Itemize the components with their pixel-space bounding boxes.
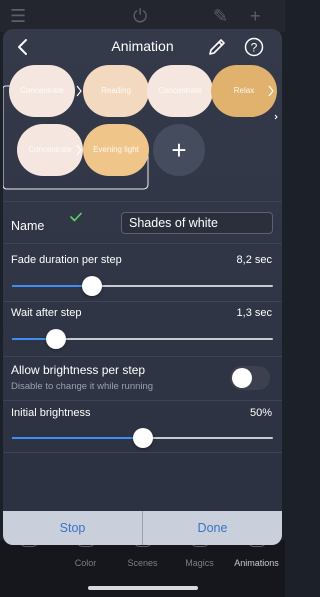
- slider-thumb[interactable]: [45, 329, 66, 349]
- slider-thumb[interactable]: [81, 276, 102, 296]
- toggle-knob: [232, 368, 252, 388]
- power-icon: ⏻: [133, 6, 148, 26]
- chevron-right-icon: [76, 144, 82, 156]
- initial-brightness-slider[interactable]: [12, 426, 273, 450]
- stop-button[interactable]: Stop: [3, 511, 142, 545]
- add-icon-bg: +: [250, 6, 261, 26]
- fade-duration-label: Fade duration per step: [11, 254, 122, 266]
- edit-icon-bg: ✎: [213, 6, 229, 26]
- done-button[interactable]: Done: [143, 511, 282, 545]
- initial-brightness-label: Initial brightness: [11, 407, 91, 419]
- step-6[interactable]: Evening light: [83, 124, 149, 176]
- divider: [3, 452, 282, 453]
- sheet-header: Animation ?: [3, 29, 282, 65]
- tab-scenes[interactable]: Scenes: [114, 540, 171, 574]
- step-5[interactable]: Concentrate: [17, 124, 83, 176]
- allow-brightness-sublabel: Disable to change it while running: [11, 381, 154, 392]
- allow-brightness-toggle[interactable]: [230, 366, 270, 390]
- home-indicator: [88, 586, 198, 590]
- page-title: Animation: [111, 38, 174, 54]
- wait-after-step-slider[interactable]: [12, 327, 273, 351]
- initial-brightness-value: 50%: [249, 407, 272, 419]
- fade-duration-value: 8,2 sec: [236, 254, 272, 266]
- fade-duration-slider[interactable]: [12, 274, 273, 298]
- step-2[interactable]: Reading: [83, 65, 149, 117]
- plus-icon: +: [171, 134, 187, 165]
- menu-icon: ☰: [10, 6, 27, 26]
- help-icon[interactable]: ?: [243, 36, 265, 58]
- divider: [3, 243, 282, 244]
- animation-steps: Concentrate Reading Concentrate Relax Co…: [3, 65, 282, 222]
- svg-text:?: ?: [251, 41, 258, 55]
- background-top-bar: ☰ ⏻ ✎ +: [0, 0, 285, 32]
- divider: [3, 356, 282, 357]
- name-label: Name: [11, 219, 45, 233]
- tab-color[interactable]: Color: [57, 540, 114, 574]
- divider: [3, 301, 282, 302]
- slider-fill: [12, 285, 92, 287]
- tab-home[interactable]: [0, 540, 57, 574]
- step-1[interactable]: Concentrate: [9, 65, 75, 117]
- name-input[interactable]: [121, 212, 273, 234]
- divider: [3, 400, 282, 401]
- animation-sheet: Animation ? Concentrate Reading Concentr…: [3, 29, 282, 545]
- step-3[interactable]: Concentrate: [147, 65, 213, 117]
- pencil-icon[interactable]: [206, 36, 228, 58]
- add-step-button[interactable]: +: [153, 124, 205, 176]
- tab-magics[interactable]: Magics: [171, 540, 228, 574]
- sheet-footer: Stop Done: [3, 511, 282, 545]
- chevron-right-icon: [76, 85, 82, 97]
- wait-after-step-label: Wait after step: [11, 307, 82, 319]
- checkmark-icon: [70, 212, 82, 222]
- allow-brightness-label: Allow brightness per step: [11, 363, 146, 377]
- wait-after-step-value: 1,3 sec: [236, 307, 272, 319]
- divider: [3, 201, 282, 202]
- slider-fill: [12, 437, 143, 439]
- slider-thumb[interactable]: [132, 428, 153, 448]
- chevron-right-icon: [268, 85, 274, 97]
- tab-animations[interactable]: Animations: [228, 540, 285, 574]
